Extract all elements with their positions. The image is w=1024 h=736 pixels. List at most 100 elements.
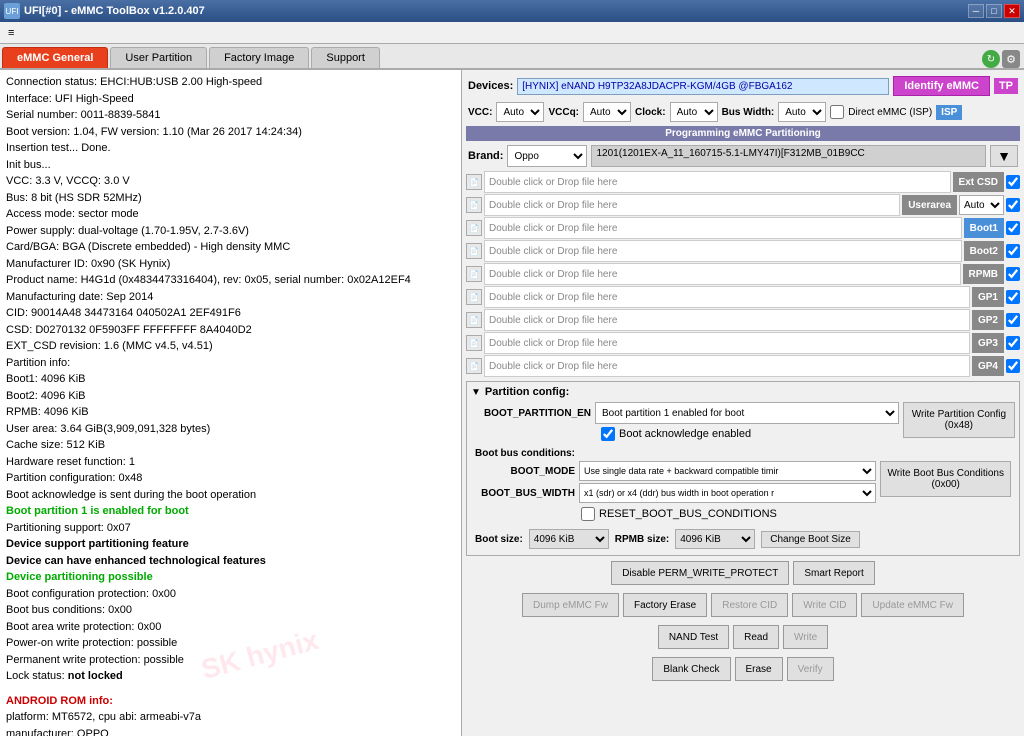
clock-select[interactable]: Auto xyxy=(670,102,718,122)
gear-icon[interactable]: ⚙ xyxy=(1002,50,1020,68)
maximize-button[interactable]: □ xyxy=(986,4,1002,18)
file-drop-ext-csd[interactable]: Double click or Drop file here xyxy=(484,171,951,193)
factory-erase-button[interactable]: Factory Erase xyxy=(623,593,707,617)
file-row-boot1: 📄 Double click or Drop file here Boot1 xyxy=(466,217,1020,239)
file-drop-gp2[interactable]: Double click or Drop file here xyxy=(484,309,970,331)
erase-button[interactable]: Erase xyxy=(735,657,783,681)
file-row-gp1: 📄 Double click or Drop file here GP1 xyxy=(466,286,1020,308)
write-partition-config-button[interactable]: Write Partition Config (0x48) xyxy=(903,402,1015,438)
info-line: Boot version: 1.04, FW version: 1.10 (Ma… xyxy=(6,124,455,141)
tab-factory-image[interactable]: Factory Image xyxy=(209,47,309,68)
partition-collapse-icon[interactable]: ▼ xyxy=(471,387,481,398)
file-icon-ext-csd[interactable]: 📄 xyxy=(466,174,482,190)
title-bar-left: UFI UFI[#0] - eMMC ToolBox v1.2.0.407 xyxy=(4,3,205,19)
userarea-checkbox[interactable] xyxy=(1006,198,1020,212)
file-icon-gp2[interactable]: 📄 xyxy=(466,312,482,328)
vccq-select[interactable]: Auto xyxy=(583,102,631,122)
write-cid-button[interactable]: Write CID xyxy=(792,593,857,617)
right-panel: Devices: [HYNIX] eNAND H9TP32A8JDACPR-KG… xyxy=(462,70,1024,736)
smart-report-button[interactable]: Smart Report xyxy=(793,561,874,585)
update-emmc-fw-button[interactable]: Update eMMC Fw xyxy=(861,593,964,617)
disable-perm-write-protect-button[interactable]: Disable PERM_WRITE_PROTECT xyxy=(611,561,789,585)
reset-boot-bus-checkbox[interactable] xyxy=(581,507,595,521)
change-boot-size-button[interactable]: Change Boot Size xyxy=(761,531,860,548)
gp3-checkbox[interactable] xyxy=(1006,336,1020,350)
action-row-2: Dump eMMC Fw Factory Erase Restore CID W… xyxy=(466,590,1020,620)
devices-label: Devices: xyxy=(468,80,513,92)
boot1-checkbox[interactable] xyxy=(1006,221,1020,235)
verify-button[interactable]: Verify xyxy=(787,657,834,681)
isp-badge: ISP xyxy=(936,105,962,120)
info-line: Power supply: dual-voltage (1.70-1.95V, … xyxy=(6,223,455,240)
direct-emmc-checkbox[interactable] xyxy=(830,105,844,119)
close-button[interactable]: ✕ xyxy=(1004,4,1020,18)
write-button[interactable]: Write xyxy=(783,625,828,649)
boot-size-select[interactable]: 4096 KiB xyxy=(529,529,609,549)
brand-row: Brand: Oppo 1201(1201EX-A_11_160715-5.1-… xyxy=(466,143,1020,169)
device-value: [HYNIX] eNAND H9TP32A8JDACPR-KGM/4GB @FB… xyxy=(517,78,889,95)
reset-boot-bus-label: RESET_BOOT_BUS_CONDITIONS xyxy=(599,508,777,520)
tag-boot2: Boot2 xyxy=(964,241,1004,261)
blank-check-button[interactable]: Blank Check xyxy=(652,657,730,681)
direct-emmc-label: Direct eMMC (ISP) xyxy=(848,107,932,118)
file-icon-gp1[interactable]: 📄 xyxy=(466,289,482,305)
tab-support[interactable]: Support xyxy=(311,47,380,68)
gp1-checkbox[interactable] xyxy=(1006,290,1020,304)
info-line: Cache size: 512 KiB xyxy=(6,437,455,454)
model-value: 1201(1201EX-A_11_160715-5.1-LMY47I)[F312… xyxy=(591,145,986,167)
read-button[interactable]: Read xyxy=(733,625,779,649)
minimize-button[interactable]: ─ xyxy=(968,4,984,18)
programming-bar: Programming eMMC Partitioning xyxy=(466,126,1020,141)
file-icon-gp3[interactable]: 📄 xyxy=(466,335,482,351)
info-line: Interface: UFI High-Speed xyxy=(6,91,455,108)
gp2-checkbox[interactable] xyxy=(1006,313,1020,327)
file-drop-userarea[interactable]: Double click or Drop file here xyxy=(484,194,900,216)
boot-ack-checkbox[interactable] xyxy=(601,427,615,441)
boot-mode-select[interactable]: Use single data rate + backward compatib… xyxy=(579,461,876,481)
file-icon-rpmb[interactable]: 📄 xyxy=(466,266,482,282)
file-drop-gp4[interactable]: Double click or Drop file here xyxy=(484,355,970,377)
info-line: User area: 3.64 GiB(3,909,091,328 bytes) xyxy=(6,421,455,438)
file-rows: 📄 Double click or Drop file here Ext CSD… xyxy=(466,171,1020,377)
refresh-icon[interactable]: ↻ xyxy=(982,50,1000,68)
file-drop-boot2[interactable]: Double click or Drop file here xyxy=(484,240,962,262)
info-line: Hardware reset function: 1 xyxy=(6,454,455,471)
file-icon-userarea[interactable]: 📄 xyxy=(466,197,482,213)
gp4-checkbox[interactable] xyxy=(1006,359,1020,373)
rpmb-checkbox[interactable] xyxy=(1006,267,1020,281)
brand-select[interactable]: Oppo xyxy=(507,145,587,167)
file-drop-rpmb[interactable]: Double click or Drop file here xyxy=(484,263,961,285)
userarea-auto-select[interactable]: Auto xyxy=(959,195,1004,215)
file-icon-gp4[interactable]: 📄 xyxy=(466,358,482,374)
rpmb-size-select[interactable]: 4096 KiB xyxy=(675,529,755,549)
tab-emmc-general[interactable]: eMMC General xyxy=(2,47,108,68)
boot-bus-width-select[interactable]: x1 (sdr) or x4 (ddr) bus width in boot o… xyxy=(579,483,876,503)
boot-partition-en-select[interactable]: Boot partition 1 enabled for boot xyxy=(595,402,899,424)
file-drop-gp3[interactable]: Double click or Drop file here xyxy=(484,332,970,354)
info-line: Boot area write protection: 0x00 xyxy=(6,619,455,636)
dump-emmc-fw-button[interactable]: Dump eMMC Fw xyxy=(522,593,619,617)
info-line: CSD: D0270132 0F5903FF FFFFFFFF 8A4040D2 xyxy=(6,322,455,339)
tab-user-partition[interactable]: User Partition xyxy=(110,47,207,68)
hamburger-menu[interactable]: ≡ xyxy=(0,25,22,41)
vcc-select[interactable]: Auto xyxy=(496,102,544,122)
boot-size-row: Boot size: 4096 KiB RPMB size: 4096 KiB … xyxy=(471,527,1015,551)
model-expand-button[interactable]: ▼ xyxy=(990,145,1018,167)
reset-row: RESET_BOOT_BUS_CONDITIONS xyxy=(581,507,1011,521)
boot-bus-width-label: BOOT_BUS_WIDTH xyxy=(475,488,575,499)
nand-test-button[interactable]: NAND Test xyxy=(658,625,729,649)
restore-cid-button[interactable]: Restore CID xyxy=(711,593,788,617)
info-line: Serial number: 0011-8839-5841 xyxy=(6,107,455,124)
main-layout: Connection status: EHCI:HUB:USB 2.00 Hig… xyxy=(0,70,1024,736)
tag-userarea: Userarea xyxy=(902,195,957,215)
file-drop-gp1[interactable]: Double click or Drop file here xyxy=(484,286,970,308)
file-icon-boot2[interactable]: 📄 xyxy=(466,243,482,259)
write-boot-bus-conditions-button[interactable]: Write Boot Bus Conditions (0x00) xyxy=(880,461,1011,497)
ext-csd-checkbox[interactable] xyxy=(1006,175,1020,189)
window-title: UFI[#0] - eMMC ToolBox v1.2.0.407 xyxy=(24,5,205,17)
boot2-checkbox[interactable] xyxy=(1006,244,1020,258)
file-icon-boot1[interactable]: 📄 xyxy=(466,220,482,236)
identify-emmc-button[interactable]: Identify eMMC xyxy=(893,76,990,96)
bus-width-select[interactable]: Auto xyxy=(778,102,826,122)
file-drop-boot1[interactable]: Double click or Drop file here xyxy=(484,217,962,239)
